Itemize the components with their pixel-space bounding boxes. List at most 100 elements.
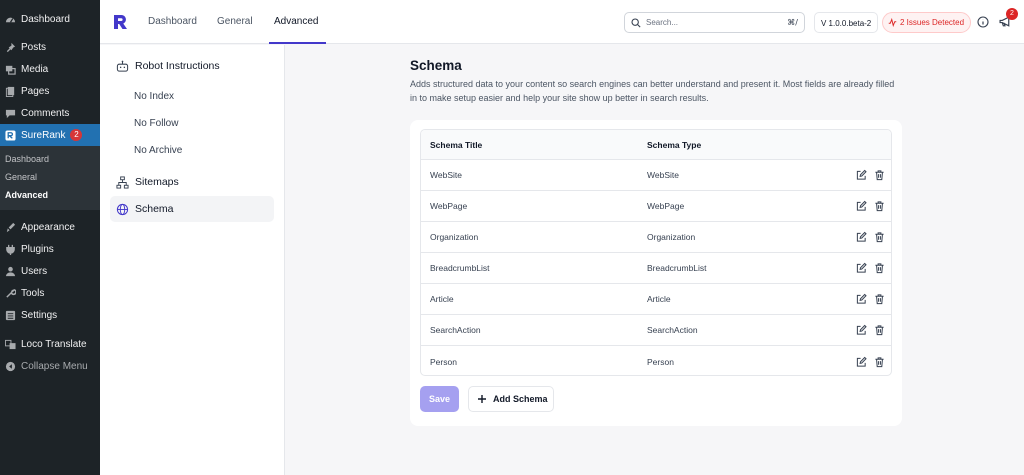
wp-menu-label: Posts [21, 41, 47, 53]
trash-icon[interactable] [874, 232, 885, 243]
wp-menu-surerank[interactable]: SureRank 2 [0, 124, 100, 146]
nav-no-follow[interactable]: No Follow [134, 118, 178, 129]
edit-icon[interactable] [856, 356, 867, 367]
trash-icon[interactable] [874, 294, 885, 305]
tab-dashboard[interactable]: Dashboard [148, 0, 197, 44]
globe-icon [116, 203, 129, 216]
version-badge: V 1.0.0.beta-2 [814, 12, 879, 33]
sitemap-icon [116, 175, 129, 189]
wp-menu-appearance[interactable]: Appearance [0, 216, 100, 238]
wp-menu-label: Tools [21, 287, 45, 299]
wp-admin-sidebar: Dashboard Posts Media Pages Comments Sur… [0, 0, 100, 475]
tab-advanced[interactable]: Advanced [268, 0, 328, 44]
page-title: Schema [410, 58, 462, 73]
notification-count-badge: 2 [1006, 8, 1018, 20]
schema-type-cell: Organization [647, 232, 696, 242]
issues-detected-badge[interactable]: 2 Issues Detected [882, 12, 972, 33]
info-icon[interactable] [977, 16, 989, 28]
nav-robot-instructions[interactable]: Robot Instructions [110, 53, 274, 79]
wp-menu-settings[interactable]: Settings [0, 304, 100, 326]
edit-icon[interactable] [856, 324, 867, 336]
comments-icon [4, 107, 17, 120]
trash-icon[interactable] [874, 201, 885, 212]
activity-icon [888, 18, 897, 27]
robot-icon [116, 60, 129, 73]
edit-icon[interactable] [856, 293, 867, 305]
dashboard-icon [4, 13, 17, 26]
schema-type-cell: SearchAction [647, 325, 698, 335]
nav-label: Robot Instructions [135, 60, 220, 72]
schema-card: Schema Title Schema Type WebSite WebSite… [410, 120, 902, 426]
wp-menu-label: Plugins [21, 243, 54, 255]
wp-menu-label: Dashboard [21, 13, 70, 25]
wp-menu-label: Settings [21, 309, 58, 321]
wp-menu-label: Pages [21, 85, 50, 97]
wp-menu-tools[interactable]: Tools [0, 282, 100, 304]
schema-title-cell: Organization [430, 232, 479, 242]
edit-icon[interactable] [856, 262, 867, 274]
page-description: Adds structured data to your content so … [410, 79, 895, 103]
trash-icon[interactable] [874, 263, 885, 274]
pin-icon [4, 41, 17, 54]
plugins-icon [4, 243, 17, 256]
schema-title-cell: SearchAction [430, 325, 481, 335]
search-input[interactable]: Search... ⌘/ [624, 12, 805, 33]
save-button[interactable]: Save [420, 386, 459, 412]
wp-collapse-menu[interactable]: Collapse Menu [0, 355, 100, 377]
wp-menu-label: Users [21, 265, 48, 277]
add-schema-button[interactable]: Add Schema [468, 386, 554, 412]
wp-menu-dashboard[interactable]: Dashboard [0, 8, 100, 30]
table-row: Article Article [421, 284, 891, 315]
surerank-logo[interactable] [113, 14, 128, 30]
plugin-header: Dashboard General Advanced Search... ⌘/ … [100, 0, 1024, 44]
appearance-icon [4, 221, 17, 234]
trash-icon[interactable] [874, 325, 885, 336]
trash-icon[interactable] [874, 170, 885, 181]
tab-general[interactable]: General [217, 0, 253, 44]
schema-title-cell: WebPage [430, 201, 468, 211]
wp-menu-media[interactable]: Media [0, 58, 100, 80]
schema-type-cell: WebSite [647, 170, 679, 180]
pages-icon [4, 85, 17, 98]
collapse-icon [4, 360, 17, 373]
wp-menu-comments[interactable]: Comments [0, 102, 100, 124]
trash-icon[interactable] [874, 356, 885, 367]
nav-schema[interactable]: Schema [110, 196, 274, 222]
surerank-icon [4, 129, 17, 142]
edit-icon[interactable] [856, 200, 867, 212]
schema-title-cell: Article [430, 294, 454, 304]
wp-menu-label: SureRank [21, 129, 66, 141]
table-row: BreadcrumbList BreadcrumbList [421, 253, 891, 284]
wp-menu-loco-translate[interactable]: Loco Translate [0, 333, 100, 355]
wp-submenu-dashboard[interactable]: Dashboard [0, 150, 100, 168]
wp-submenu-general[interactable]: General [0, 168, 100, 186]
edit-icon[interactable] [856, 231, 867, 243]
schema-type-cell: Person [647, 356, 674, 367]
search-shortcut: ⌘/ [787, 18, 798, 27]
translate-icon [4, 338, 17, 351]
table-row: SearchAction SearchAction [421, 315, 891, 346]
wp-menu-posts[interactable]: Posts [0, 36, 100, 58]
plus-icon [478, 395, 486, 403]
edit-icon[interactable] [856, 169, 867, 181]
add-schema-label: Add Schema [493, 394, 548, 404]
surerank-count-badge: 2 [70, 129, 83, 141]
wp-menu-label: Loco Translate [21, 338, 87, 350]
wp-menu-label: Comments [21, 107, 70, 119]
wp-submenu-advanced[interactable]: Advanced [0, 186, 100, 204]
schema-title-cell: WebSite [430, 170, 462, 180]
wp-menu-label: Collapse Menu [21, 360, 88, 372]
table-row: Person Person [421, 346, 891, 375]
wp-menu-label: Appearance [21, 221, 75, 233]
wp-menu-pages[interactable]: Pages [0, 80, 100, 102]
schema-type-cell: Article [647, 294, 671, 304]
table-row: Organization Organization [421, 222, 891, 253]
media-icon [4, 63, 17, 76]
settings-sidenav: Robot Instructions No Index No Follow No… [100, 45, 285, 475]
nav-no-index[interactable]: No Index [134, 91, 174, 102]
wp-menu-plugins[interactable]: Plugins [0, 238, 100, 260]
column-header-type: Schema Type [647, 139, 702, 150]
nav-sitemaps[interactable]: Sitemaps [110, 169, 274, 195]
nav-no-archive[interactable]: No Archive [134, 145, 182, 156]
wp-menu-users[interactable]: Users [0, 260, 100, 282]
